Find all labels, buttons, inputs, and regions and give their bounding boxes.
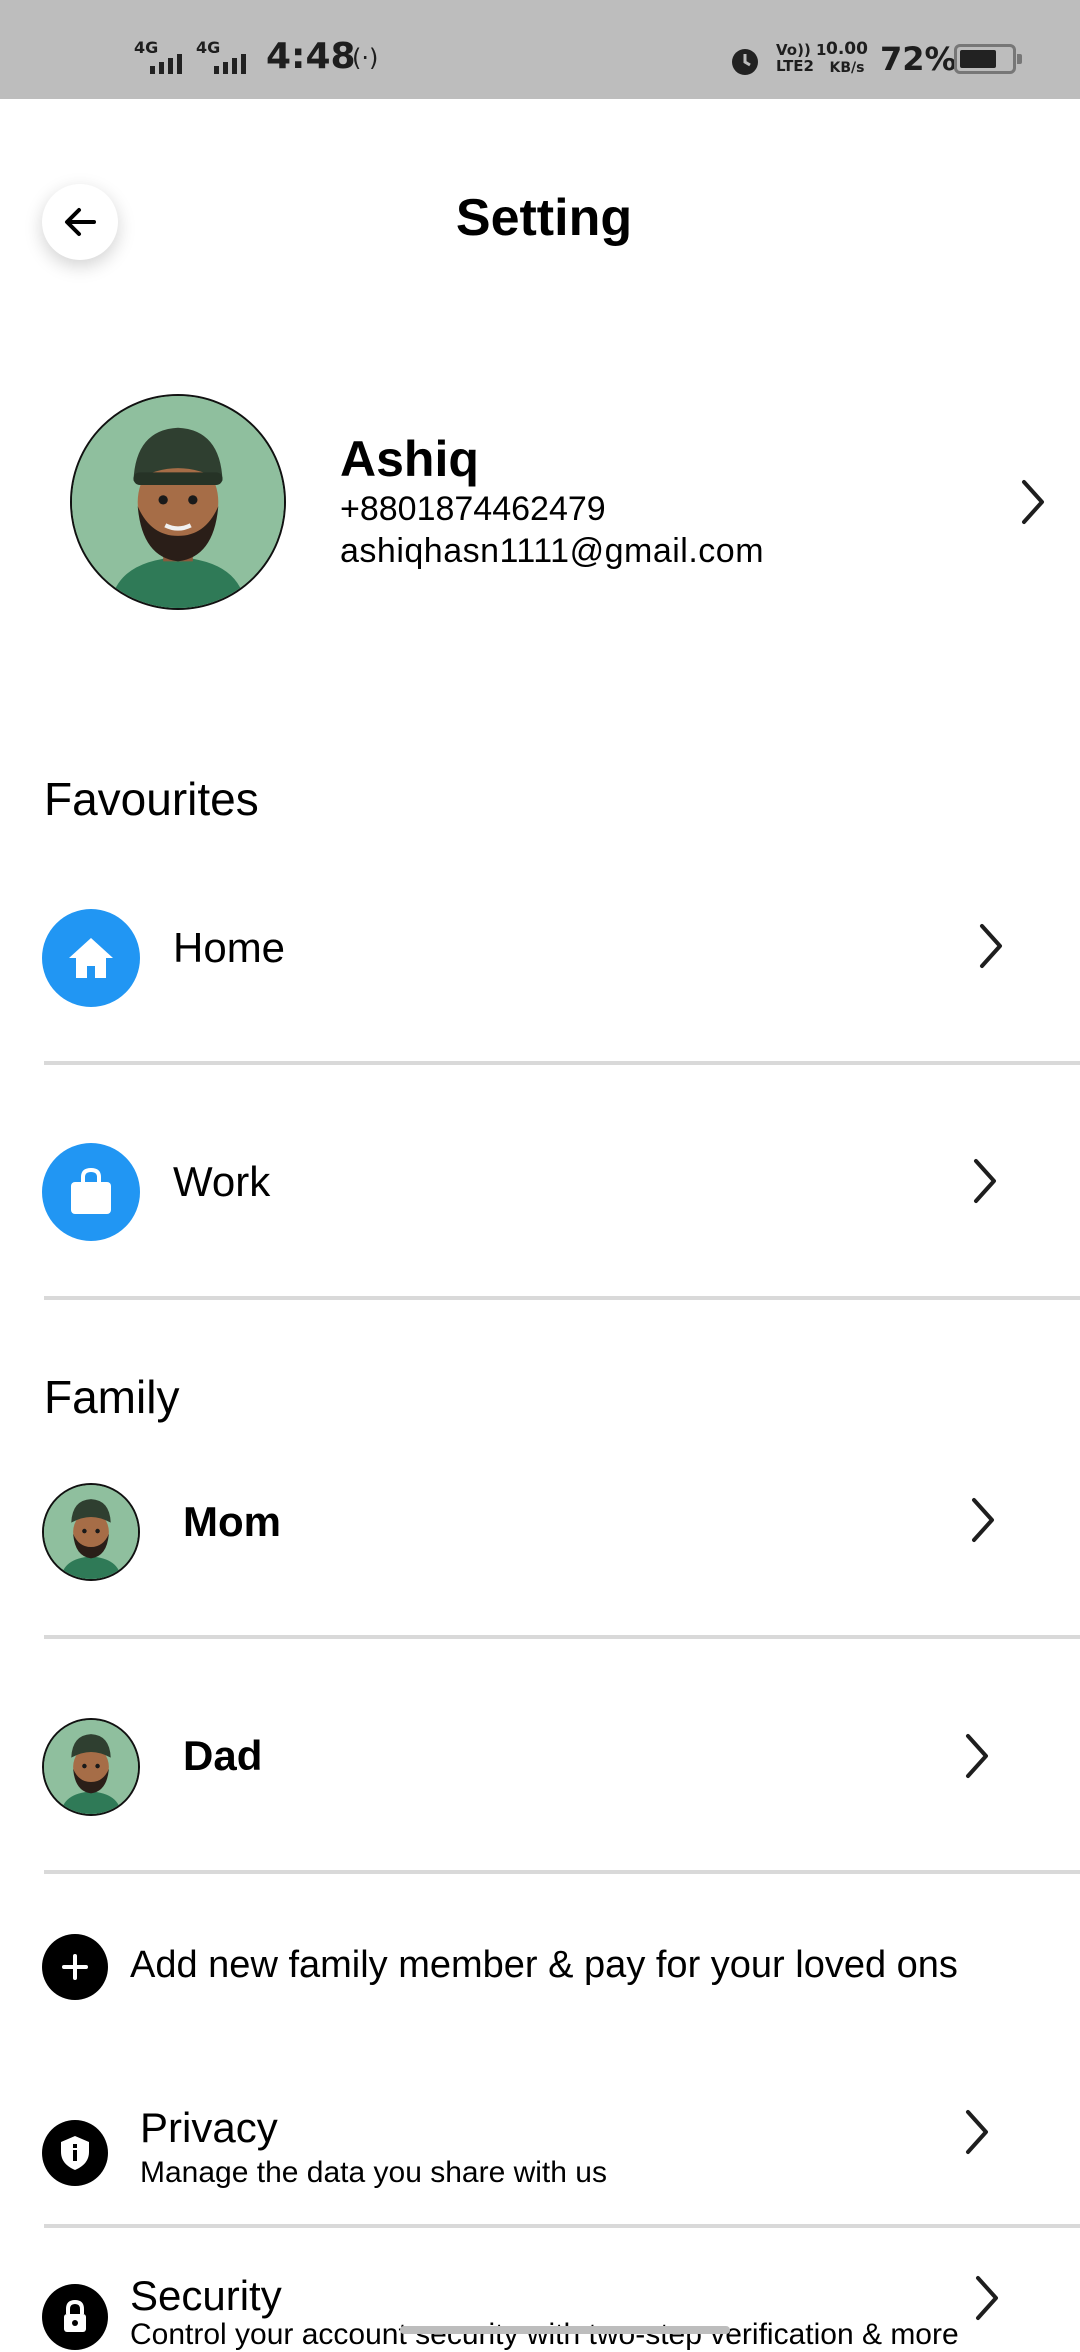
security-subtitle: Control your account security with two-s… — [130, 2318, 959, 2351]
divider — [44, 2224, 1080, 2228]
profile-name: Ashiq — [340, 431, 479, 487]
profile-phone: +8801874462479 — [340, 490, 606, 528]
chevron-right-icon[interactable] — [956, 1730, 996, 1782]
chevron-right-icon[interactable] — [962, 1494, 1002, 1546]
battery-percent: 72% — [880, 40, 957, 78]
avatar — [42, 1483, 140, 1581]
avatar — [70, 394, 286, 610]
favourite-item-home[interactable] — [0, 890, 1080, 1006]
alarm-icon — [732, 49, 758, 75]
divider — [44, 1635, 1080, 1639]
favourite-label-work: Work — [173, 1158, 271, 1205]
page-title: Setting — [455, 189, 633, 247]
favourite-item-work[interactable] — [0, 1124, 1080, 1240]
avatar — [42, 1718, 140, 1816]
family-member-dad[interactable] — [0, 1700, 1080, 1816]
favourite-label-home: Home — [173, 924, 286, 971]
avatar-illustration — [44, 1720, 138, 1814]
volte-indicator: Vo)) 1 LTE2 — [776, 41, 827, 75]
chevron-right-icon[interactable] — [970, 920, 1010, 972]
lock-icon — [42, 2284, 108, 2350]
avatar-illustration — [44, 1485, 138, 1579]
home-icon — [42, 909, 140, 1007]
status-time: 4:48 — [266, 36, 356, 77]
hotspot-icon: (·) — [352, 44, 379, 72]
signal-icon — [214, 52, 254, 74]
plus-icon — [42, 1934, 108, 2000]
privacy-subtitle: Manage the data you share with us — [140, 2156, 607, 2189]
chevron-right-icon[interactable] — [1012, 476, 1052, 528]
status-bar: 4G 4G 4:48 (·) Vo)) 1 LTE2 0.00 KB/s 72% — [0, 0, 1080, 99]
privacy-title: Privacy — [140, 2104, 278, 2151]
chevron-right-icon[interactable] — [964, 1155, 1004, 1207]
profile-email: ashiqhasn1111@gmail.com — [340, 532, 765, 570]
add-family-member-label: Add new family member & pay for your lov… — [130, 1944, 958, 1986]
home-indicator[interactable] — [400, 2326, 730, 2334]
favourites-title: Favourites — [44, 773, 259, 825]
chevron-right-icon[interactable] — [956, 2106, 996, 2158]
family-member-label-dad: Dad — [183, 1732, 263, 1779]
family-member-label-mom: Mom — [183, 1498, 281, 1545]
family-member-mom[interactable] — [0, 1464, 1080, 1580]
divider — [44, 1296, 1080, 1300]
battery-icon — [954, 44, 1022, 74]
chevron-right-icon[interactable] — [966, 2272, 1006, 2324]
divider — [44, 1870, 1080, 1874]
signal-icon — [150, 52, 190, 74]
network-speed: 0.00 KB/s — [826, 39, 868, 76]
briefcase-icon — [42, 1143, 140, 1241]
shield-icon — [42, 2120, 108, 2186]
family-title: Family — [44, 1371, 180, 1423]
security-title: Security — [130, 2272, 282, 2319]
battery-fill — [960, 50, 996, 68]
avatar-illustration — [72, 396, 284, 608]
divider — [44, 1061, 1080, 1065]
